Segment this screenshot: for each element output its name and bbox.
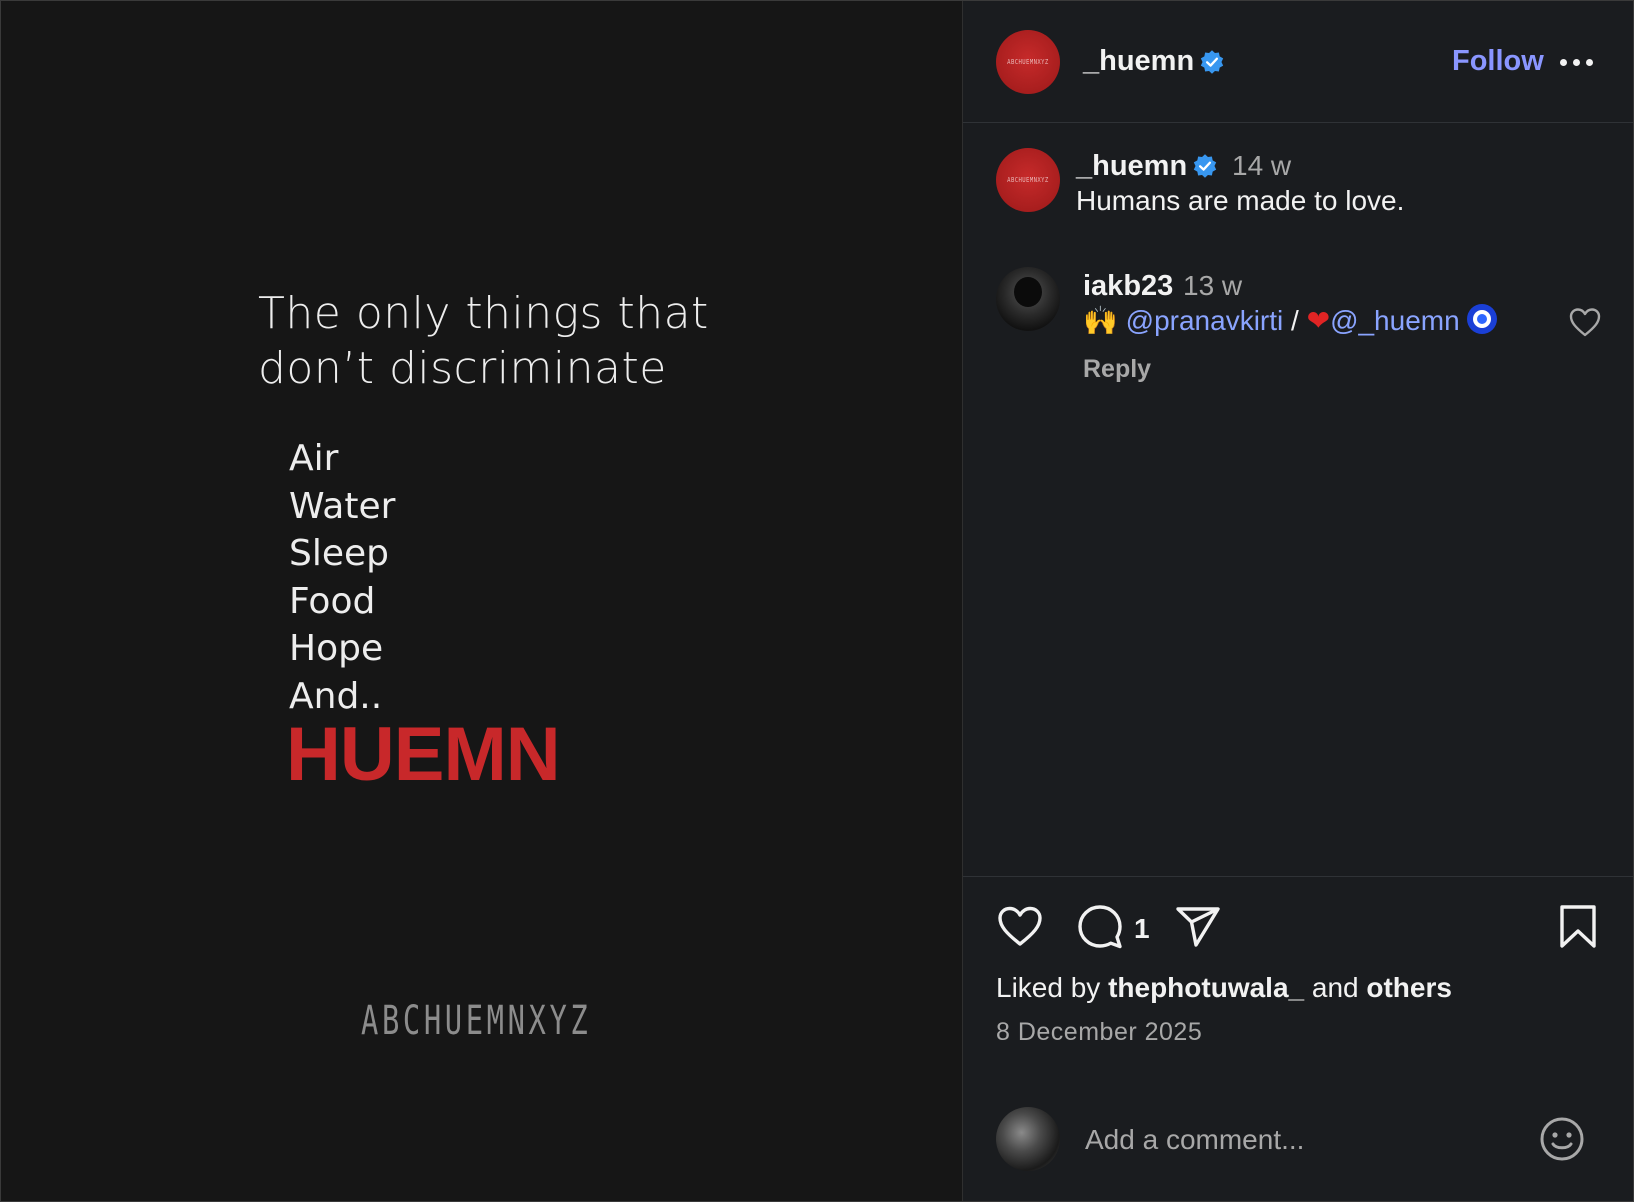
liked-by-text: Liked by thephotuwala_ and others: [996, 970, 1452, 1006]
comment-bubble-icon[interactable]: [1076, 904, 1124, 950]
post-header: ABCHUEMNXYZ _huemn Follow: [963, 1, 1633, 123]
share-paper-plane-icon[interactable]: [1174, 905, 1222, 949]
current-user-avatar: [996, 1107, 1060, 1171]
caption-timestamp[interactable]: 14 w: [1232, 148, 1291, 184]
header-username[interactable]: _huemn: [1083, 43, 1194, 79]
more-options-icon[interactable]: [1560, 59, 1594, 67]
poster-list-item: Air: [289, 438, 339, 479]
avatar-logo-text: ABCHUEMNXYZ: [1007, 58, 1049, 66]
liked-by-prefix: Liked by: [996, 972, 1101, 1003]
nazar-amulet-emoji-icon: [1467, 304, 1498, 334]
poster-list: Air Water Sleep Food Hope And..: [289, 435, 395, 720]
poster-headline: The only things that don’t discriminate: [258, 286, 709, 396]
caption-avatar[interactable]: ABCHUEMNXYZ: [996, 148, 1060, 212]
liked-by-user-link[interactable]: thephotuwala_: [1108, 972, 1304, 1003]
reply-button[interactable]: Reply: [1083, 353, 1151, 385]
divider: [963, 876, 1633, 877]
comment-username[interactable]: iakb23: [1083, 268, 1173, 304]
post-side-panel: ABCHUEMNXYZ _huemn Follow ABCHUEMNXYZ _h…: [963, 1, 1633, 1201]
post-date[interactable]: 8 December 2025: [996, 1016, 1202, 1048]
avatar-logo-text: ABCHUEMNXYZ: [1007, 176, 1049, 184]
liked-by-others-link[interactable]: others: [1366, 972, 1452, 1003]
poster-tagline: ABCHUEMNXYZ: [361, 998, 592, 1044]
avatar[interactable]: ABCHUEMNXYZ: [996, 30, 1060, 94]
poster-headline-line: don’t discriminate: [258, 343, 667, 394]
follow-button[interactable]: Follow: [1452, 43, 1544, 79]
mention-link[interactable]: @_huemn: [1330, 305, 1460, 336]
poster-brand: HUEMN: [286, 712, 561, 797]
post-dialog: The only things that don’t discriminate …: [0, 0, 1634, 1202]
caption-text: Humans are made to love.: [1076, 185, 1405, 216]
poster-headline-line: The only things that: [258, 288, 709, 339]
mention-link[interactable]: @pranavkirti: [1126, 305, 1284, 336]
verified-badge-icon: [1200, 50, 1224, 74]
add-comment-input[interactable]: [1083, 1119, 1507, 1161]
comment-avatar[interactable]: [996, 267, 1060, 331]
comment-count: 1: [1134, 913, 1150, 944]
poster-list-item: Hope: [289, 628, 384, 669]
red-heart-emoji-icon: ❤: [1306, 304, 1331, 337]
post-image[interactable]: The only things that don’t discriminate …: [1, 1, 963, 1201]
like-heart-icon[interactable]: [996, 904, 1044, 948]
poster-list-item: Sleep: [289, 533, 390, 574]
poster-list-item: Food: [289, 580, 376, 622]
comment-separator: /: [1291, 305, 1299, 336]
poster-list-item: Water: [289, 485, 396, 527]
emoji-picker-icon[interactable]: [1538, 1115, 1586, 1163]
verified-badge-icon: [1193, 154, 1217, 178]
save-bookmark-icon[interactable]: [1558, 904, 1598, 950]
caption-username[interactable]: _huemn: [1076, 148, 1187, 184]
raised-hands-emoji-icon: 🙌: [1083, 304, 1118, 337]
comment-timestamp[interactable]: 13 w: [1183, 268, 1242, 304]
liked-by-and: and: [1311, 972, 1359, 1003]
comment-text: 🙌 @pranavkirti / ❤@_huemn: [1083, 303, 1498, 339]
comment-like-heart-icon[interactable]: [1568, 306, 1602, 338]
